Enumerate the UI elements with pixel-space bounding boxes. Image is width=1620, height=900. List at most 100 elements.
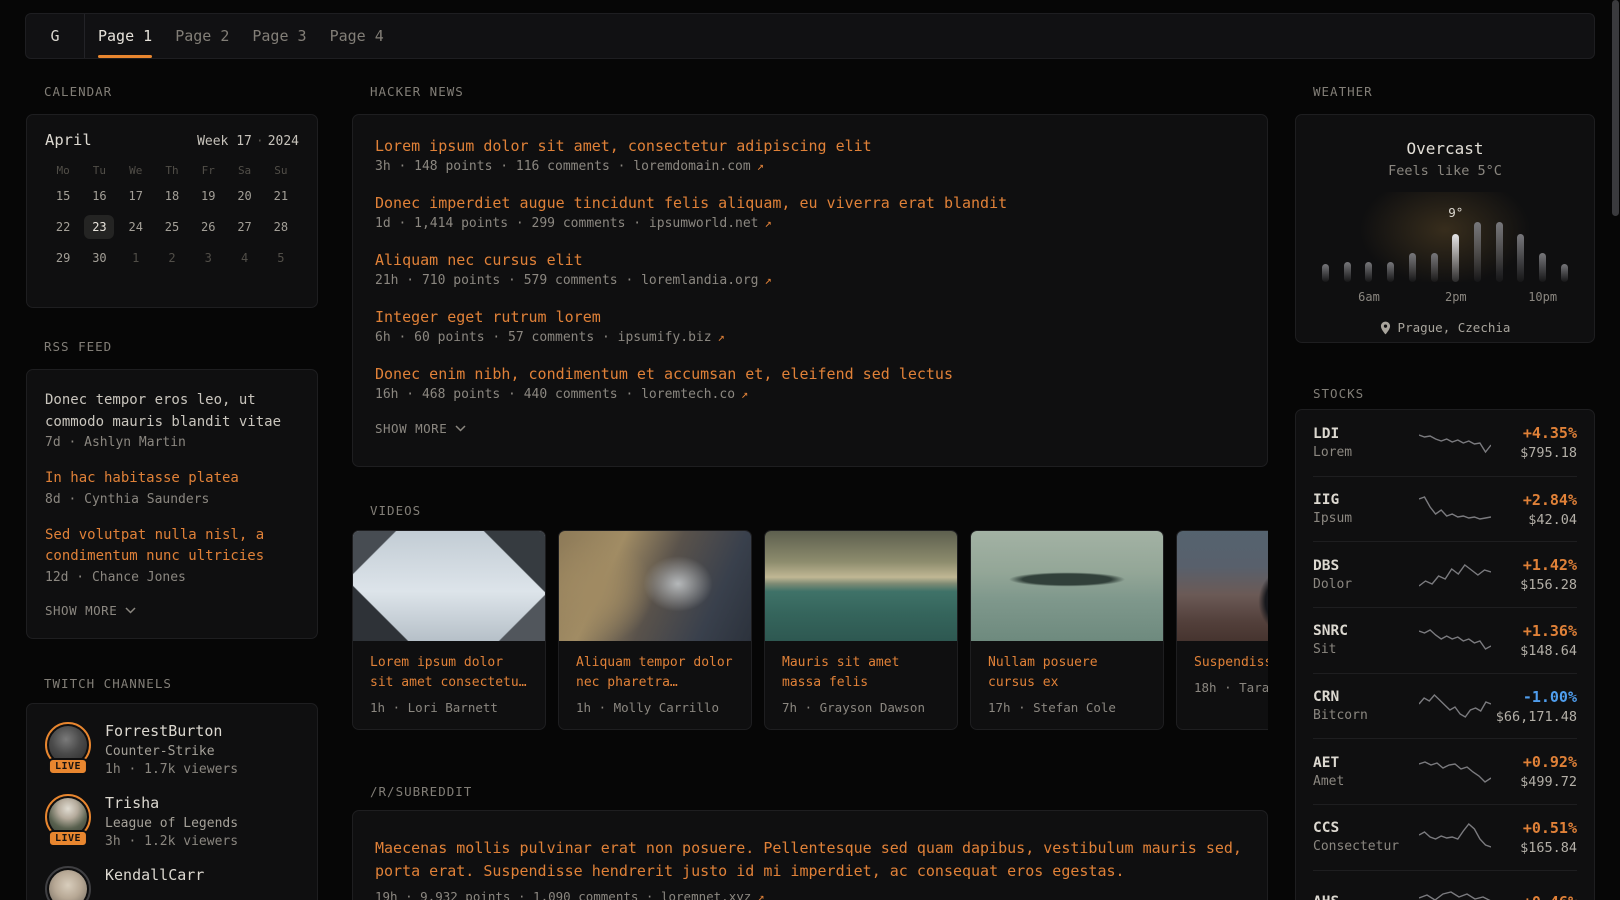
stock-row[interactable]: CCSConsectetur +0.51%$165.84 [1313,804,1577,870]
hour-label: 10pm [1528,290,1557,304]
chevron-down-icon [125,607,136,614]
location-pin-icon [1380,321,1391,335]
rss-article-link[interactable]: In hac habitasse platea [45,468,299,490]
reddit-post-meta[interactable]: 19h · 9,932 points · 1,090 comments · lo… [375,889,1245,900]
video-thumbnail[interactable] [559,531,751,641]
external-link-icon: ↗ [765,216,772,230]
video-card[interactable]: Mauris sit amet massa felis 7h · Grayson… [764,530,958,730]
channel-game[interactable]: Counter-Strike [105,744,238,759]
stock-sparkline [1419,888,1491,900]
calendar-year: 2024 [268,134,299,149]
stock-ticker: CCS [1313,820,1413,836]
calendar-row: 22 23 24 25 26 27 28 [45,215,299,239]
calendar-day: 19 [193,184,223,208]
stock-name: Consectetur [1313,839,1413,854]
app-logo[interactable]: G [26,14,85,58]
external-link-icon: ↗ [757,159,764,173]
stock-ticker: AET [1313,755,1413,771]
hn-story-link[interactable]: Aliquam nec cursus elit [375,250,1245,270]
video-card[interactable]: Aliquam tempor dolor nec pharetra… 1h · … [558,530,752,730]
hn-story-meta[interactable]: 21h · 710 points · 579 comments · loreml… [375,273,1245,288]
stock-price: $66,171.48 [1491,709,1577,725]
stock-row[interactable]: AETAmet +0.92%$499.72 [1313,738,1577,804]
stock-row[interactable]: AHS +0.46% [1313,870,1577,900]
tab-page-1[interactable]: Page 1 [98,14,152,58]
reddit-post-link[interactable]: Maecenas mollis pulvinar erat non posuer… [375,837,1245,883]
calendar-day: 20 [230,184,260,208]
stock-row[interactable]: LDILorem +4.35%$795.18 [1313,410,1577,476]
video-meta: 7h · Grayson Dawson [782,700,940,715]
calendar-weekday-row: Mo Tu We Th Fr Sa Su [45,164,299,177]
video-thumbnail[interactable] [765,531,957,641]
twitch-channel[interactable]: KendallCarr [45,866,299,900]
channel-avatar: LIVE [45,722,91,768]
hn-story-meta[interactable]: 6h · 60 points · 57 comments · ipsumify.… [375,330,1245,345]
stock-price: $165.84 [1491,840,1577,856]
hour-axis: 6am 2pm 10pm [1322,290,1568,304]
external-link-icon: ↗ [757,890,764,900]
temperature-bar [1561,264,1568,282]
calendar-selected-day: 23 [84,215,114,239]
tab-page-2[interactable]: Page 2 [175,14,229,58]
rss-article-link[interactable]: Sed volutpat nulla nisl, a condimentum n… [45,525,299,568]
calendar-day-next-month: 5 [266,246,296,270]
video-meta: 18h · Tara [1194,680,1268,695]
video-meta: 17h · Stefan Cole [988,700,1146,715]
stock-row[interactable]: SNRCSit +1.36%$148.64 [1313,607,1577,673]
stock-price: $795.18 [1491,445,1577,461]
video-title-link[interactable]: Lorem ipsum dolor sit amet consectetu… [370,653,528,693]
live-badge: LIVE [48,830,88,847]
hn-story-link[interactable]: Lorem ipsum dolor sit amet, consectetur … [375,136,1245,156]
rss-item: Sed volutpat nulla nisl, a condimentum n… [45,525,299,585]
channel-name: ForrestBurton [105,722,238,740]
hn-meta-text: 21h · 710 points · 579 comments · loreml… [375,273,759,288]
stock-change: +0.46% [1491,893,1577,900]
video-card[interactable]: Nullam posuere cursus ex 17h · Stefan Co… [970,530,1164,730]
hn-story-link[interactable]: Donec enim nibh, condimentum et accumsan… [375,364,1245,384]
stock-row[interactable]: DBSDolor +1.42%$156.28 [1313,541,1577,607]
hn-show-more-button[interactable]: SHOW MORE [375,421,466,436]
video-card[interactable]: Lorem ipsum dolor sit amet consectetu… 1… [352,530,546,730]
weather-location[interactable]: Prague, Czechia [1322,320,1568,335]
stock-sparkline [1419,560,1491,590]
video-title-link[interactable]: Aliquam tempor dolor nec pharetra… [576,653,734,693]
hour-label: 6am [1358,290,1380,304]
weather-condition: Overcast [1322,139,1568,158]
hn-meta-text: 16h · 468 points · 440 comments · loremt… [375,387,735,402]
video-thumbnail[interactable] [1177,531,1268,641]
calendar-row: 15 16 17 18 19 20 21 [45,184,299,208]
stock-change: +0.92% [1491,753,1577,771]
videos-widget: Lorem ipsum dolor sit amet consectetu… 1… [352,530,1268,730]
avatar-image [49,870,87,900]
hn-story-meta[interactable]: 1d · 1,414 points · 299 comments · ipsum… [375,216,1245,231]
hn-story-meta[interactable]: 16h · 468 points · 440 comments · loremt… [375,387,1245,402]
hn-story-meta[interactable]: 3h · 148 points · 116 comments · loremdo… [375,159,1245,174]
subreddit-widget-label: /R/SUBREDDIT [370,785,1268,798]
video-title-link[interactable]: Nullam posuere cursus ex [988,653,1146,693]
video-thumbnail[interactable] [353,531,545,641]
stock-price: $156.28 [1491,577,1577,593]
scrollbar-thumb[interactable] [1612,0,1619,216]
stock-change: +2.84% [1491,491,1577,509]
twitch-channel[interactable]: LIVE Trisha League of Legends 3h · 1.2k … [45,794,299,849]
video-thumbnail[interactable] [971,531,1163,641]
temperature-bar [1344,262,1351,282]
hn-story-link[interactable]: Integer eget rutrum lorem [375,307,1245,327]
tab-page-3[interactable]: Page 3 [252,14,306,58]
channel-avatar [45,866,91,900]
rss-article-link[interactable]: Donec tempor eros leo, ut commodo mauris… [45,390,299,433]
video-card[interactable]: Suspendisse diam 18h · Tara [1176,530,1268,730]
video-title-link[interactable]: Mauris sit amet massa felis [782,653,940,693]
tab-page-4[interactable]: Page 4 [330,14,384,58]
channel-name: KendallCarr [105,866,204,884]
rss-show-more-button[interactable]: SHOW MORE [45,603,136,618]
stock-change: +4.35% [1491,424,1577,442]
twitch-channel[interactable]: LIVE ForrestBurton Counter-Strike 1h · 1… [45,722,299,777]
calendar-day: 24 [121,215,151,239]
hn-story-link[interactable]: Donec imperdiet augue tincidunt felis al… [375,193,1245,213]
video-title-link[interactable]: Suspendisse diam [1194,653,1268,673]
stock-row[interactable]: CRNBitcorn -1.00%$66,171.48 [1313,673,1577,739]
channel-game[interactable]: League of Legends [105,816,238,831]
stock-row[interactable]: IIGIpsum +2.84%$42.04 [1313,476,1577,542]
calendar-day-next-month: 3 [193,246,223,270]
